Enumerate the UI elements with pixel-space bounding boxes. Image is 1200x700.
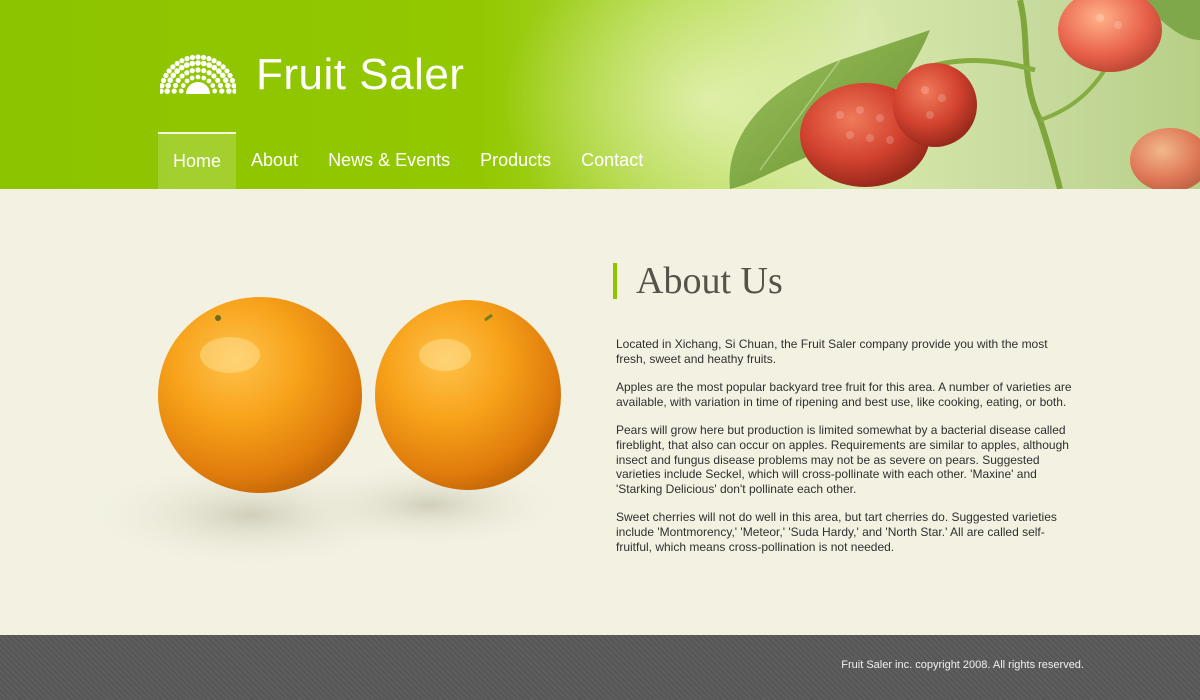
about-paragraph: Pears will grow here but production is l…	[616, 423, 1069, 496]
about-paragraph: Sweet cherries will not do well in this …	[616, 510, 1057, 554]
about-section: About Us Located in Xichang, Si Chuan, t…	[613, 262, 1073, 568]
site-title: Fruit Saler	[256, 50, 465, 99]
oranges-image	[80, 297, 570, 570]
logo[interactable]: Fruit Saler	[160, 50, 464, 100]
site-footer: Fruit Saler inc. copyright 2008. All rig…	[0, 635, 1200, 700]
nav-products[interactable]: Products	[465, 132, 566, 189]
nav-home[interactable]: Home	[158, 132, 237, 189]
about-paragraph: Apples are the most popular backyard tre…	[616, 380, 1072, 409]
main-nav: Home About News & Events Products Contac…	[158, 132, 658, 189]
raspberry-branch-image	[729, 0, 1200, 189]
nav-about[interactable]: About	[236, 132, 313, 189]
nav-contact[interactable]: Contact	[566, 132, 658, 189]
about-title: About Us	[613, 262, 1073, 300]
sunburst-dots-icon	[160, 54, 236, 94]
copyright-text: Fruit Saler inc. copyright 2008. All rig…	[841, 659, 1084, 671]
site-header: Fruit Saler Home About News & Events Pro…	[0, 0, 1200, 189]
nav-news-events[interactable]: News & Events	[313, 132, 465, 189]
about-paragraph: Located in Xichang, Si Chuan, the Fruit …	[616, 337, 1048, 366]
